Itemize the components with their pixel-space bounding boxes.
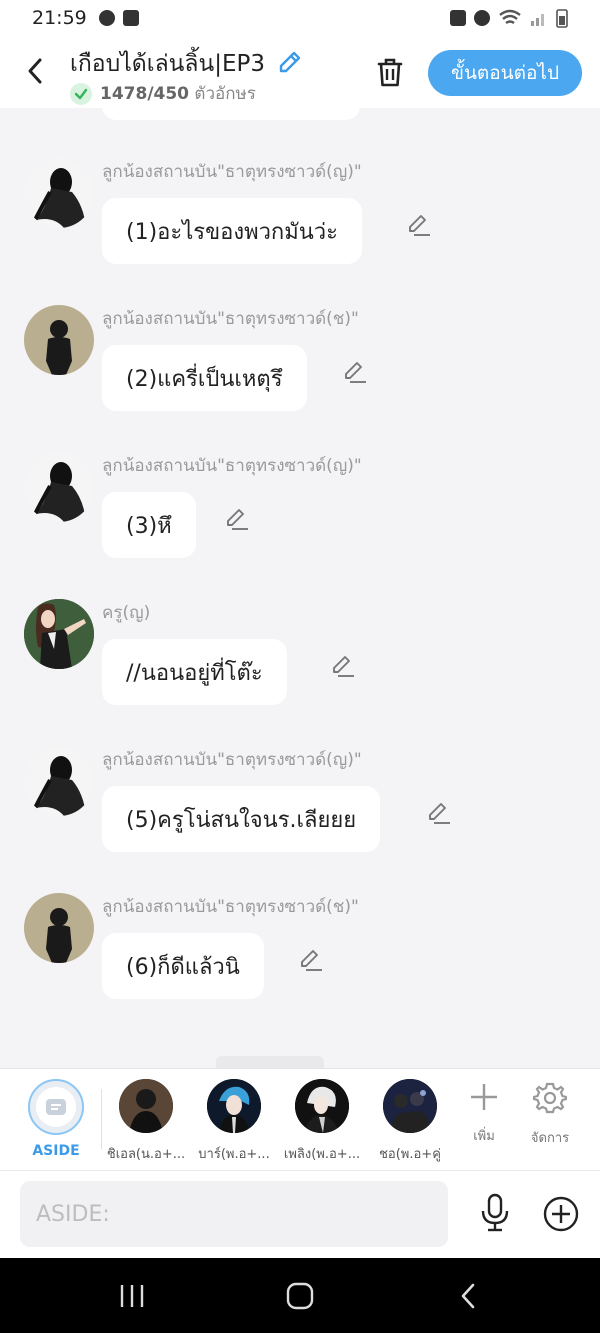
character-count: 1478/450 ตัวอักษร bbox=[70, 80, 256, 107]
chat-message: ลูกน้องสถานบัน"ธาตุทรงซาวด์(ช)" (6)ก็ดีแ… bbox=[0, 893, 600, 1023]
add-label: เพิ่ม bbox=[473, 1129, 495, 1144]
manage-label: จัดการ bbox=[530, 1131, 570, 1146]
alarm-status-icon bbox=[474, 10, 490, 26]
status-bar: 21:59 bbox=[0, 0, 600, 36]
system-nav-bar bbox=[0, 1258, 600, 1333]
screen-status-icon bbox=[122, 10, 139, 26]
signal-icon bbox=[531, 14, 544, 26]
trash-icon[interactable] bbox=[372, 54, 408, 90]
chat-message: ลูกน้องสถานบัน"ธาตุทรงซาวด์(ช)" (2)แครี่… bbox=[0, 305, 600, 435]
edit-message-icon[interactable] bbox=[224, 506, 250, 532]
character-item[interactable]: ชิเอล(น.อ+... bbox=[103, 1079, 189, 1164]
chat-message: ลูกน้องสถานบัน"ธาตุทรงซาวด์(ญ)" (3)หึ bbox=[0, 452, 600, 582]
settings-status-icon bbox=[98, 10, 115, 26]
count-unit: ตัวอักษร bbox=[194, 84, 256, 104]
sender-name: ครู(ญ) bbox=[102, 603, 151, 623]
message-bubble[interactable]: (3)หึ bbox=[102, 492, 196, 558]
message-bubble[interactable]: //นอนอยู่ที่โต๊ะ bbox=[102, 639, 287, 705]
sender-name: ลูกน้องสถานบัน"ธาตุทรงซาวด์(ญ)" bbox=[102, 456, 362, 476]
gear-icon bbox=[532, 1082, 568, 1114]
chat-area[interactable]: ลูกน้องสถานบัน"ธาตุทรงซาวด์(ญ)" (1)อะไรข… bbox=[0, 108, 600, 1068]
aside-icon bbox=[46, 1099, 66, 1115]
character-item[interactable]: บาร์(พ.อ+... bbox=[191, 1079, 277, 1164]
message-bubble[interactable]: (5)ครูโน่สนใจนร.เลียยย bbox=[102, 786, 381, 852]
character-avatar bbox=[383, 1079, 437, 1133]
sender-name: ลูกน้องสถานบัน"ธาตุทรงซาวด์(ช)" bbox=[102, 897, 359, 917]
plus-icon bbox=[471, 1084, 497, 1110]
sender-name: ลูกน้องสถานบัน"ธาตุทรงซาวด์(ช)" bbox=[102, 309, 359, 329]
avatar[interactable] bbox=[24, 746, 94, 816]
previous-message-bubble[interactable] bbox=[102, 108, 360, 120]
message-bubble[interactable]: (1)อะไรของพวกมันว่ะ bbox=[102, 198, 362, 264]
lock-status-icon bbox=[450, 10, 466, 26]
divider bbox=[101, 1089, 102, 1149]
character-item[interactable]: เพลิง(พ.อ+... bbox=[279, 1079, 365, 1164]
avatar[interactable] bbox=[24, 452, 94, 522]
avatar[interactable] bbox=[24, 893, 94, 963]
check-icon bbox=[70, 82, 92, 105]
count-value: 1478/450 bbox=[100, 84, 190, 104]
wifi-icon bbox=[499, 9, 521, 24]
message-bubble[interactable]: (2)แครี่เป็นเหตุรึ bbox=[102, 345, 307, 411]
next-step-button[interactable]: ขั้นตอนต่อไป bbox=[428, 50, 582, 96]
character-bar: ASIDE ชิเอล(น.อ+... บาร์(พ.อ+... เพลิง(พ… bbox=[0, 1068, 600, 1170]
edit-message-icon[interactable] bbox=[406, 212, 432, 238]
edit-message-icon[interactable] bbox=[298, 947, 324, 973]
scroll-handle[interactable] bbox=[216, 1056, 324, 1068]
avatar[interactable] bbox=[24, 305, 94, 375]
aside-message-input[interactable] bbox=[20, 1181, 448, 1247]
edit-message-icon[interactable] bbox=[426, 800, 452, 826]
battery-icon bbox=[556, 9, 568, 28]
back-arrow-icon bbox=[28, 58, 42, 84]
nav-back-icon bbox=[461, 1283, 475, 1309]
microphone-icon[interactable] bbox=[478, 1193, 512, 1233]
avatar[interactable] bbox=[24, 599, 94, 669]
character-label: ชอ(พ.อ+คู่ bbox=[379, 1147, 441, 1162]
top-header: เกือบได้เล่นลิ้น|EP3 1478/450 ตัวอักษร ข… bbox=[0, 36, 600, 108]
recents-icon bbox=[120, 1285, 144, 1307]
character-label: เพลิง(พ.อ+... bbox=[283, 1147, 361, 1162]
add-character-button[interactable]: เพิ่ม bbox=[454, 1081, 514, 1146]
edit-title-icon[interactable] bbox=[276, 48, 304, 76]
home-button[interactable] bbox=[280, 1280, 320, 1312]
character-avatar bbox=[207, 1079, 261, 1133]
input-bar bbox=[0, 1170, 600, 1258]
sender-name: ลูกน้องสถานบัน"ธาตุทรงซาวด์(ญ)" bbox=[102, 750, 362, 770]
character-avatar bbox=[119, 1079, 173, 1133]
add-content-icon[interactable] bbox=[542, 1195, 580, 1233]
chat-message: ลูกน้องสถานบัน"ธาตุทรงซาวด์(ญ)" (5)ครูโน… bbox=[0, 746, 600, 876]
message-bubble[interactable]: (6)ก็ดีแล้วนิ bbox=[102, 933, 264, 999]
manage-characters-button[interactable]: จัดการ bbox=[520, 1081, 580, 1148]
sender-name: ลูกน้องสถานบัน"ธาตุทรงซาวด์(ญ)" bbox=[102, 162, 362, 182]
aside-character-button[interactable]: ASIDE bbox=[13, 1079, 99, 1159]
episode-title: เกือบได้เล่นลิ้น|EP3 bbox=[70, 51, 265, 77]
chat-message: ลูกน้องสถานบัน"ธาตุทรงซาวด์(ญ)" (1)อะไรข… bbox=[0, 158, 600, 288]
character-avatar bbox=[295, 1079, 349, 1133]
character-label: บาร์(พ.อ+... bbox=[198, 1147, 270, 1162]
character-label: ชิเอล(น.อ+... bbox=[106, 1147, 186, 1162]
system-back-button[interactable] bbox=[448, 1280, 488, 1312]
edit-message-icon[interactable] bbox=[342, 359, 368, 385]
character-item[interactable]: ชอ(พ.อ+คู่ bbox=[367, 1079, 453, 1164]
back-button[interactable] bbox=[20, 54, 50, 88]
edit-message-icon[interactable] bbox=[330, 653, 356, 679]
status-time: 21:59 bbox=[32, 7, 87, 29]
avatar[interactable] bbox=[24, 158, 94, 228]
aside-label: ASIDE bbox=[32, 1143, 80, 1159]
chat-message: ครู(ญ) //นอนอยู่ที่โต๊ะ bbox=[0, 599, 600, 729]
home-icon bbox=[286, 1282, 314, 1310]
recent-apps-button[interactable] bbox=[112, 1280, 152, 1312]
